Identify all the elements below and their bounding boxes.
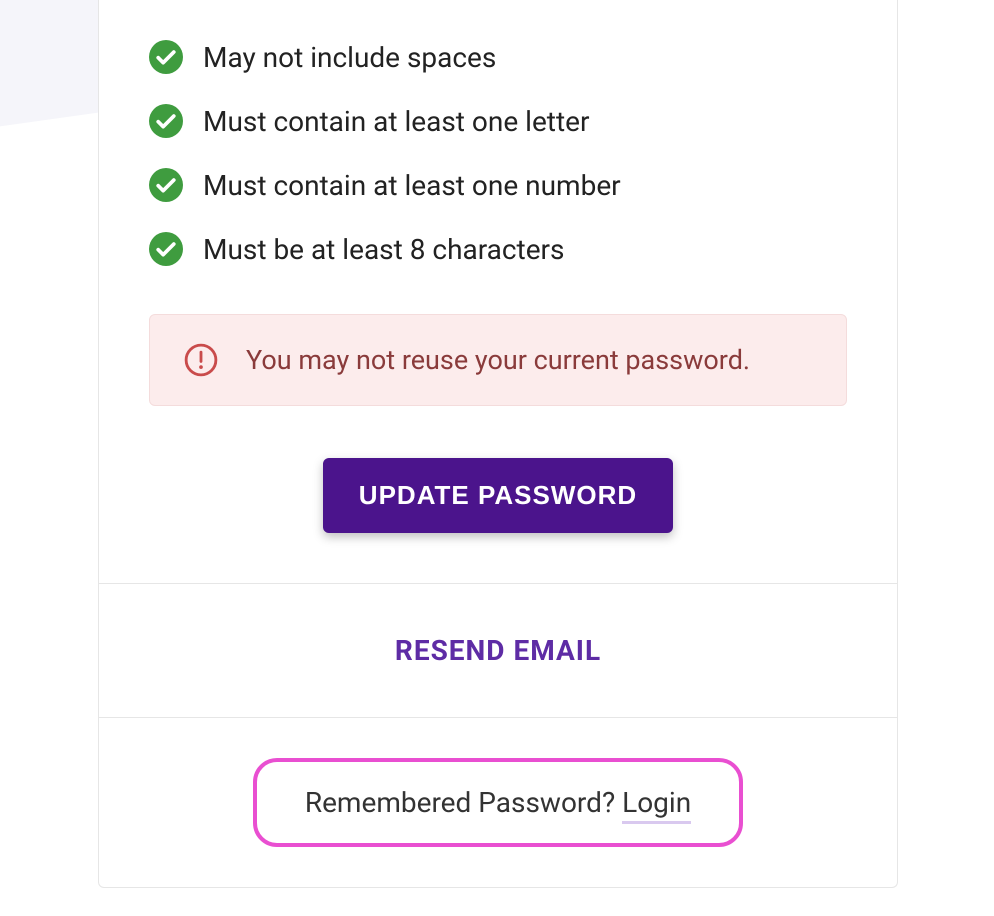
rule-text: Must be at least 8 characters: [203, 233, 565, 266]
password-rule: Must be at least 8 characters: [149, 232, 847, 266]
alert-message: You may not reuse your current password.: [246, 344, 750, 376]
remember-highlight: Remembered Password? Login: [253, 758, 743, 847]
rule-text: Must contain at least one letter: [203, 105, 589, 138]
check-icon: [149, 40, 183, 74]
password-rule: May not include spaces: [149, 40, 847, 74]
check-icon: [149, 232, 183, 266]
password-rule: Must contain at least one number: [149, 168, 847, 202]
footer-section: Remembered Password? Login: [99, 717, 897, 887]
password-card: May not include spaces Must contain at l…: [98, 0, 898, 888]
check-icon: [149, 168, 183, 202]
password-rule: Must contain at least one letter: [149, 104, 847, 138]
remembered-password-text: Remembered Password?: [305, 786, 622, 819]
alert-icon: [184, 343, 218, 377]
rule-text: May not include spaces: [203, 41, 496, 74]
resend-section: RESEND EMAIL: [99, 583, 897, 717]
resend-email-link[interactable]: RESEND EMAIL: [395, 634, 601, 667]
main-section: May not include spaces Must contain at l…: [99, 0, 897, 583]
login-link[interactable]: Login: [622, 786, 691, 824]
error-alert: You may not reuse your current password.: [149, 314, 847, 406]
update-password-button[interactable]: UPDATE PASSWORD: [323, 458, 673, 533]
rule-text: Must contain at least one number: [203, 169, 621, 202]
check-icon: [149, 104, 183, 138]
